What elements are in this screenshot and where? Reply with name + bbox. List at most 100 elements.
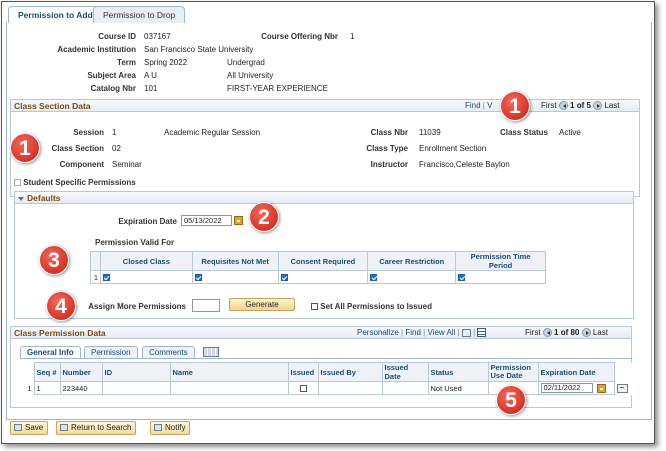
notify-label: Notify [165, 423, 186, 432]
subject-value: A U [144, 71, 157, 80]
save-label: Save [25, 423, 44, 432]
col-closed-class: Closed Class [99, 251, 193, 271]
catalog-desc: FIRST-YEAR EXPERIENCE [227, 84, 328, 93]
permission-table: Seq # Number ID Name Issued Issued By Is… [24, 362, 634, 395]
row-expiration-input[interactable]: 02/11/2022 [540, 383, 593, 393]
col-number: Number [59, 362, 103, 382]
return-to-search-button[interactable]: Return to Search [56, 421, 137, 435]
session-desc: Academic Regular Session [164, 128, 261, 137]
last-label-2[interactable]: Last [593, 328, 608, 337]
class-nbr-value: 11039 [419, 128, 441, 137]
page-count-2: 1 of 80 [554, 328, 580, 337]
course-id-value: 037167 [144, 32, 171, 41]
issued-by-cell [317, 381, 383, 395]
seq-cell: 1 [33, 381, 61, 395]
class-section-title: Class Section Data [14, 101, 91, 111]
permission-nav: Personalize | Find | View All | | [357, 328, 487, 338]
find-link-2[interactable]: Find [405, 328, 421, 337]
issued-date-cell [381, 381, 429, 395]
time-period-checkbox[interactable] [458, 274, 466, 282]
col-name: Name [169, 362, 289, 382]
term-value: Spring 2022 [144, 58, 188, 67]
collapse-triangle-icon[interactable] [18, 196, 24, 201]
save-button[interactable]: Save [10, 421, 49, 435]
subject-desc: All University [227, 71, 274, 80]
permission-valid-for-label: Permission Valid For [95, 238, 175, 247]
last-label[interactable]: Last [604, 101, 619, 110]
assign-more-input[interactable] [192, 299, 220, 312]
col-seq: Seq # [33, 362, 61, 382]
tab-permission-to-drop[interactable]: Permission to Drop [93, 6, 186, 23]
class-type-label: Class Type [366, 144, 408, 153]
class-type-value: Enrollment Section [419, 144, 487, 153]
set-all-row: Set All Permissions to Issued [311, 302, 432, 311]
notify-button[interactable]: Notify [150, 421, 191, 435]
download-grid-icon[interactable] [477, 328, 487, 338]
catalog-value: 101 [144, 84, 158, 93]
defaults-header[interactable]: Defaults [14, 191, 634, 204]
col-time-period: Permission Time Period [455, 251, 546, 271]
career-checkbox[interactable] [370, 274, 378, 282]
class-status-value: Active [559, 128, 581, 137]
callout-1-left: 1 [10, 133, 40, 163]
session-label: Session [73, 128, 104, 137]
prev-icon[interactable] [558, 101, 568, 111]
col-expiration: Expiration Date [537, 362, 615, 382]
set-all-label: Set All Permissions to Issued [320, 302, 432, 311]
row-calendar-icon[interactable] [596, 384, 606, 393]
term-label: Term [117, 58, 136, 67]
number-cell: 223440 [59, 381, 103, 395]
issued-checkbox[interactable] [299, 385, 307, 393]
save-icon [14, 424, 22, 432]
consent-checkbox[interactable] [280, 274, 288, 282]
callout-4: 4 [46, 291, 76, 321]
career-value: Undergrad [227, 58, 265, 67]
callout-3: 3 [39, 245, 69, 275]
generate-button[interactable]: Generate [229, 298, 295, 311]
institution-value: San Francisco State University [144, 45, 254, 54]
next-icon-2[interactable] [581, 328, 591, 338]
offering-label: Course Offering Nbr [261, 32, 338, 41]
class-section-label: Class Section [51, 144, 104, 153]
table-row: 1 1 223440 Not Used 02/11/2022 − [24, 381, 634, 395]
notify-icon [154, 424, 162, 432]
catalog-label: Catalog Nbr [90, 84, 136, 93]
expiration-date-input[interactable]: 05/13/2022 [181, 215, 232, 226]
first-label-2[interactable]: First [525, 328, 541, 337]
return-icon [60, 424, 68, 432]
col-use-date-line2: Use Date [490, 371, 523, 380]
class-nbr-label: Class Nbr [370, 128, 408, 137]
defaults-title: Defaults [27, 193, 61, 203]
col-issued-date: Issued Date [381, 362, 429, 382]
course-id-label: Course ID [98, 32, 136, 41]
permission-data-title: Class Permission Data [14, 328, 106, 338]
peoplesoft-window: Permission to Add Permission to Drop Cou… [1, 1, 655, 444]
col-status: Status [427, 362, 489, 382]
view-all-link[interactable]: View All [427, 328, 455, 337]
show-all-columns-icon[interactable] [203, 347, 219, 357]
find-link[interactable]: Find [465, 101, 481, 110]
set-all-checkbox[interactable] [311, 303, 318, 311]
first-label[interactable]: First [541, 101, 557, 110]
calendar-icon[interactable] [234, 216, 243, 225]
tab-permission-to-add[interactable]: Permission to Add [8, 6, 103, 23]
col-consent: Consent Required [277, 251, 369, 271]
class-status-label: Class Status [499, 128, 548, 137]
view-link[interactable]: V [487, 101, 492, 110]
instructor-value: Francisco,Celeste Baylon [419, 160, 510, 169]
requisites-checkbox[interactable] [194, 274, 202, 282]
student-specific-checkbox[interactable] [14, 179, 21, 187]
institution-label: Academic Institution [57, 45, 136, 54]
component-label: Component [59, 160, 104, 169]
next-icon[interactable] [593, 101, 603, 111]
col-requisites: Requisites Not Met [191, 251, 279, 271]
offering-value: 1 [350, 32, 355, 41]
prev-icon-2[interactable] [542, 328, 552, 338]
id-cell[interactable] [101, 381, 171, 395]
zoom-icon[interactable] [461, 328, 471, 337]
personalize-link[interactable]: Personalize [357, 328, 399, 337]
assign-more-label: Assign More Permissions [88, 302, 186, 311]
closed-class-checkbox[interactable] [102, 274, 110, 282]
delete-row-icon[interactable]: − [616, 384, 628, 393]
class-section-value: 02 [112, 144, 121, 153]
